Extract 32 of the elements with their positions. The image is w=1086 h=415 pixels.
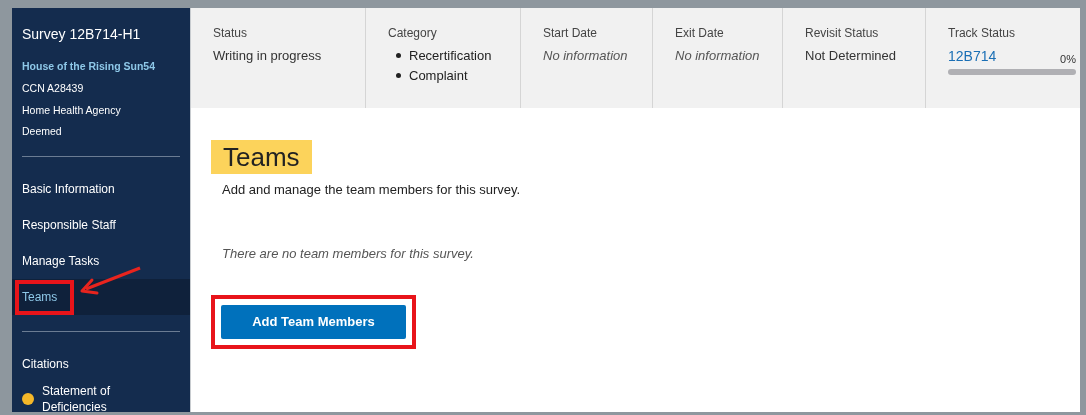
provider-detail: CCN A28439 xyxy=(22,80,85,96)
provider-name: House of the Rising Sun54 xyxy=(22,59,156,74)
nav-item[interactable]: Responsible Staff xyxy=(12,207,190,243)
field-label: Category xyxy=(388,25,438,42)
nav-item[interactable]: Basic Information xyxy=(12,171,190,207)
category-item: Recertification xyxy=(409,47,492,65)
survey-title: Survey 12B714-H1 xyxy=(22,25,142,44)
page-description: Add and manage the team members for this survey. xyxy=(222,181,521,199)
field-value: Writing in progress xyxy=(213,47,323,65)
field-value: No information xyxy=(543,47,629,65)
field-label: Revisit Status xyxy=(805,25,880,42)
field-label: Status xyxy=(213,25,249,42)
bullet-icon xyxy=(396,72,401,78)
bullet-icon xyxy=(396,53,401,59)
field-value: Not Determined xyxy=(805,47,898,65)
nav-item[interactable]: Statement of Deficiencies xyxy=(12,382,190,415)
page-title: Teams xyxy=(211,140,312,174)
provider-detail: Deemed xyxy=(22,124,63,140)
nav-item[interactable]: Citations xyxy=(12,346,190,382)
track-link[interactable]: 12B714 xyxy=(948,46,997,67)
field-value: No information xyxy=(675,47,760,65)
category-item: Complaint xyxy=(409,66,468,85)
provider-detail: Home Health Agency xyxy=(22,102,122,118)
field-label: Exit Date xyxy=(675,25,725,42)
add-team-members-button[interactable]: Add Team Members xyxy=(221,305,406,339)
progress-reading: 0% xyxy=(1060,51,1076,67)
highlight-frame xyxy=(15,280,74,315)
empty-message: There are no team members for this survey. xyxy=(222,244,474,263)
nav-item[interactable]: Manage Tasks xyxy=(12,243,190,279)
arrow-icon xyxy=(78,265,142,295)
field-label: Start Date xyxy=(543,25,599,42)
field-label: Track Status xyxy=(948,25,1016,42)
